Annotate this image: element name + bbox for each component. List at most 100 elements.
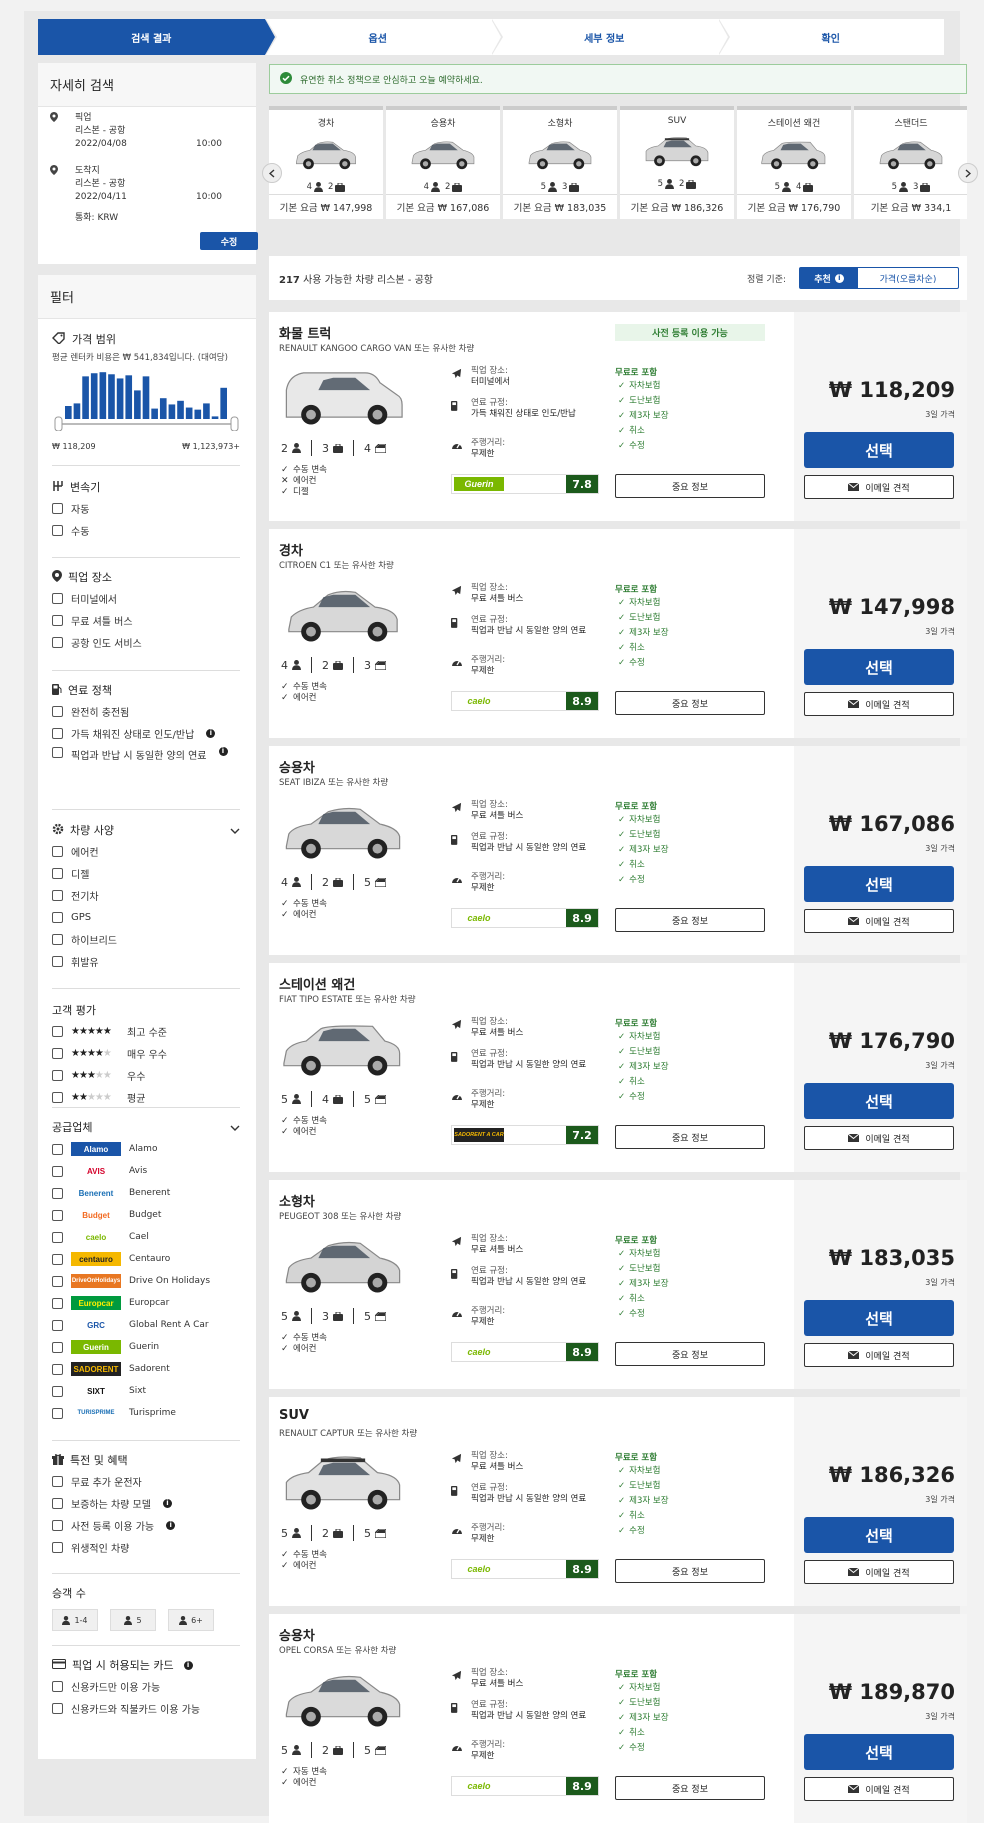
step-details[interactable]: 세부 정보 [491,19,730,55]
supplier-option[interactable]: Guerin Guerin [52,1336,240,1358]
rating-option[interactable]: ★★★★★ 매우 우수 [52,1042,240,1064]
filter-option[interactable]: 무료 셔틀 버스 [52,609,240,631]
checkbox[interactable] [52,1341,63,1353]
passenger-count-button[interactable]: 1-4 [52,1609,98,1631]
select-button[interactable]: 선택 [804,432,954,468]
supplier-rating[interactable]: caelo 8.9 [451,691,599,711]
car-type-tile[interactable]: 승용차 4 2 기본 요금 ₩ 167,086 [386,106,500,219]
checkbox[interactable] [52,1407,63,1419]
checkbox[interactable] [52,1069,63,1081]
checkbox[interactable] [52,889,63,901]
chevron-down-icon[interactable] [230,1121,240,1134]
important-info-button[interactable]: 중요 정보 [615,1342,765,1366]
supplier-rating[interactable]: caelo 8.9 [451,908,599,928]
checkbox[interactable] [52,1091,63,1103]
step-confirm[interactable]: 확인 [717,19,944,55]
filter-option[interactable]: 완전히 충전됨 [52,700,240,722]
step-options[interactable]: 옵션 [264,19,503,55]
email-quote-button[interactable]: 이메일 견적 [804,1343,954,1367]
checkbox[interactable] [52,636,63,648]
filter-option[interactable]: 휘발유 [52,950,240,972]
select-button[interactable]: 선택 [804,866,954,902]
checkbox[interactable] [52,1385,63,1397]
email-quote-button[interactable]: 이메일 견적 [804,475,954,499]
supplier-rating[interactable]: SADORENT A CAR 7.2 [451,1125,599,1145]
filter-option[interactable]: 자동 [52,497,240,519]
select-button[interactable]: 선택 [804,1300,954,1336]
filter-option[interactable]: 터미널에서 [52,587,240,609]
select-button[interactable]: 선택 [804,1734,954,1770]
supplier-option[interactable]: caelo Cael [52,1226,240,1248]
filter-option[interactable]: 전기차 [52,884,240,906]
select-button[interactable]: 선택 [804,1083,954,1119]
checkbox[interactable] [52,1475,63,1487]
supplier-option[interactable]: SIXT Sixt [52,1380,240,1402]
edit-search-button[interactable]: 수정 [200,232,258,250]
important-info-button[interactable]: 중요 정보 [615,691,765,715]
checkbox[interactable] [52,1297,63,1309]
checkbox[interactable] [52,614,63,626]
email-quote-button[interactable]: 이메일 견적 [804,692,954,716]
email-quote-button[interactable]: 이메일 견적 [804,909,954,933]
important-info-button[interactable]: 중요 정보 [615,474,765,498]
info-icon[interactable]: i [183,1660,193,1670]
checkbox[interactable] [52,845,63,857]
car-type-tile[interactable]: 소형차 5 3 기본 요금 ₩ 183,035 [503,106,617,219]
supplier-rating[interactable]: caelo 8.9 [451,1342,599,1362]
info-icon[interactable]: i [218,747,228,756]
checkbox[interactable] [52,1231,63,1243]
supplier-option[interactable]: centauro Centauro [52,1248,240,1270]
info-icon[interactable]: i [162,1498,172,1508]
checkbox[interactable] [52,1275,63,1287]
checkbox[interactable] [52,867,63,879]
checkbox[interactable] [52,1541,63,1553]
supplier-option[interactable]: GRC Global Rent A Car [52,1314,240,1336]
checkbox[interactable] [52,1702,63,1714]
filter-option[interactable]: 공항 인도 서비스 [52,631,240,653]
checkbox[interactable] [52,1253,63,1265]
checkbox[interactable] [52,1519,63,1531]
filter-option[interactable]: 디젤 [52,862,240,884]
step-results[interactable]: 검색 결과 [38,19,277,55]
checkbox[interactable] [52,933,63,945]
email-quote-button[interactable]: 이메일 견적 [804,1560,954,1584]
supplier-option[interactable]: SADORENT Sadorent [52,1358,240,1380]
important-info-button[interactable]: 중요 정보 [615,908,765,932]
filter-option[interactable]: 하이브리드 [52,928,240,950]
supplier-option[interactable]: DriveOnHolidays Drive On Holidays [52,1270,240,1292]
carousel-next-button[interactable] [958,163,978,183]
filter-option[interactable]: 보증하는 차량 모델 i [52,1492,240,1514]
price-histogram[interactable] [52,367,240,432]
filter-option[interactable]: 가득 채워진 상태로 인도/반납 i [52,722,240,744]
passenger-count-button[interactable]: 6+ [168,1609,214,1631]
select-button[interactable]: 선택 [804,649,954,685]
supplier-option[interactable]: TURISPRIME Turisprime [52,1402,240,1424]
supplier-rating[interactable]: caelo 8.9 [451,1776,599,1796]
car-type-tile[interactable]: 스테이션 왜건 5 4 기본 요금 ₩ 176,790 [737,106,851,219]
checkbox[interactable] [52,747,63,758]
chevron-down-icon[interactable] [230,824,240,837]
checkbox[interactable] [52,727,63,739]
important-info-button[interactable]: 중요 정보 [615,1776,765,1800]
checkbox[interactable] [52,1319,63,1331]
checkbox[interactable] [52,1047,63,1059]
checkbox[interactable] [52,1497,63,1509]
checkbox[interactable] [52,1143,63,1155]
price-min-handle[interactable] [54,416,63,432]
price-max-handle[interactable] [230,416,239,432]
checkbox[interactable] [52,1025,63,1037]
checkbox[interactable] [52,502,63,514]
supplier-option[interactable]: Benerent Benerent [52,1182,240,1204]
email-quote-button[interactable]: 이메일 견적 [804,1126,954,1150]
checkbox[interactable] [52,1187,63,1199]
email-quote-button[interactable]: 이메일 견적 [804,1777,954,1801]
checkbox[interactable] [52,955,63,967]
filter-option[interactable]: 픽업과 반납 시 동일한 양의 연료 i [52,744,240,774]
checkbox[interactable] [52,1363,63,1375]
car-type-tile[interactable]: 스탠더드 5 3 기본 요금 ₩ 334,1 [854,106,967,219]
supplier-option[interactable]: Budget Budget [52,1204,240,1226]
filter-option[interactable]: 무료 추가 운전자 [52,1470,240,1492]
supplier-option[interactable]: Europcar Europcar [52,1292,240,1314]
car-type-tile[interactable]: SUV 5 2 기본 요금 ₩ 186,326 [620,106,734,219]
info-icon[interactable]: i [166,1520,176,1530]
